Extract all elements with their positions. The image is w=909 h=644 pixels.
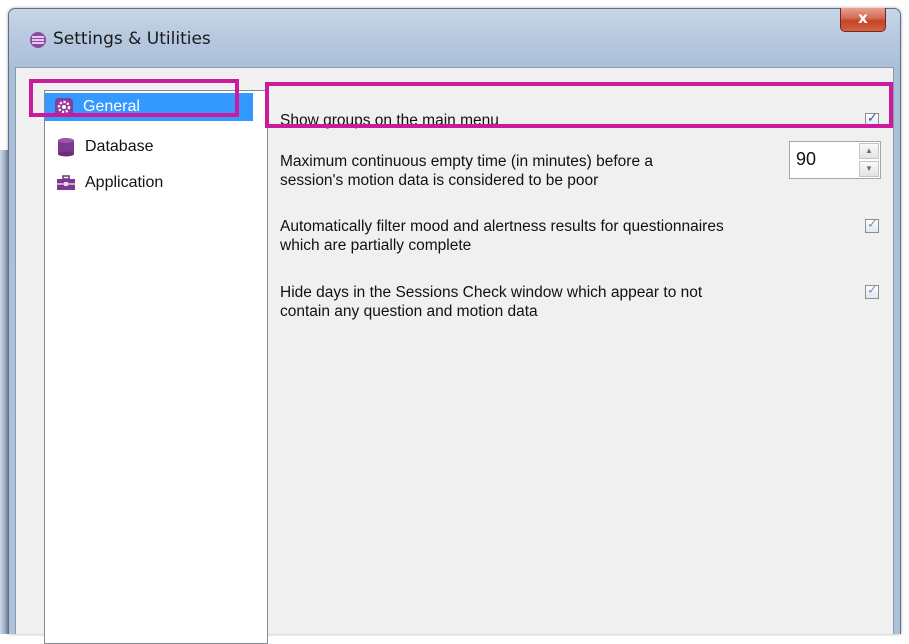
stepper-up-button[interactable]: ▲ bbox=[859, 143, 879, 159]
sidebar-item-application[interactable]: Application bbox=[47, 169, 247, 197]
app-icon bbox=[30, 32, 46, 48]
filter-mood-label-line2: which are partially complete bbox=[280, 237, 472, 254]
filter-mood-checkbox[interactable]: ✓ bbox=[865, 217, 879, 233]
toolbox-icon bbox=[55, 172, 77, 194]
empty-time-stepper[interactable]: 90 ▲ ▼ bbox=[789, 141, 881, 179]
empty-time-label: Maximum continuous empty time (in minute… bbox=[280, 152, 653, 190]
settings-category-list[interactable]: General Database Application bbox=[44, 90, 268, 644]
title-bar[interactable]: Settings & Utilities x bbox=[9, 8, 900, 67]
filter-mood-label-line1: Automatically filter mood and alertness … bbox=[280, 218, 724, 235]
hide-days-checkbox[interactable]: ✓ bbox=[865, 283, 879, 299]
hide-days-label: Hide days in the Sessions Check window w… bbox=[280, 283, 702, 321]
empty-time-value[interactable]: 90 bbox=[796, 149, 816, 170]
sidebar-item-general[interactable]: General bbox=[45, 93, 253, 121]
empty-time-label-line1: Maximum continuous empty time (in minute… bbox=[280, 153, 654, 170]
checkmark-icon: ✓ bbox=[867, 111, 878, 126]
hide-days-label-line1: Hide days in the Sessions Check window w… bbox=[280, 284, 703, 301]
stepper-down-button[interactable]: ▼ bbox=[859, 161, 879, 177]
window-title: Settings & Utilities bbox=[53, 29, 211, 49]
settings-window: Settings & Utilities x General Database … bbox=[8, 8, 901, 644]
checkmark-icon: ✓ bbox=[867, 283, 878, 298]
hide-days-label-line2: contain any question and motion data bbox=[280, 303, 538, 320]
show-groups-checkbox[interactable]: ✓ bbox=[865, 111, 879, 127]
background-window-edge bbox=[0, 150, 8, 634]
database-icon bbox=[55, 136, 77, 158]
close-icon: x bbox=[858, 9, 868, 27]
chevron-down-icon: ▼ bbox=[865, 164, 873, 173]
show-groups-label: Show groups on the main menu bbox=[280, 112, 499, 129]
checkmark-icon: ✓ bbox=[867, 217, 878, 232]
gear-icon bbox=[53, 96, 75, 118]
sidebar-item-label: Database bbox=[85, 138, 154, 155]
filter-mood-label: Automatically filter mood and alertness … bbox=[280, 217, 724, 255]
chevron-up-icon: ▲ bbox=[865, 146, 873, 155]
close-button[interactable]: x bbox=[840, 8, 886, 32]
sidebar-item-label: General bbox=[83, 98, 140, 115]
sidebar-item-database[interactable]: Database bbox=[47, 133, 247, 161]
empty-time-label-line2: session's motion data is considered to b… bbox=[280, 172, 599, 189]
sidebar-item-label: Application bbox=[85, 174, 164, 191]
settings-panel: General Database Application Show groups… bbox=[15, 67, 894, 644]
